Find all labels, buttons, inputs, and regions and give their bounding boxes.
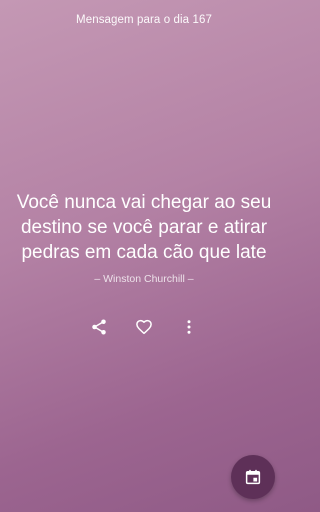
- favorite-button[interactable]: [133, 316, 155, 338]
- page-title: Mensagem para o dia 167: [76, 14, 212, 26]
- quote-author: – Winston Churchill –: [94, 273, 194, 285]
- quote-line-2: destino se você parar e atirar: [20, 217, 268, 238]
- quote-line-3: pedras em cada cão que late: [21, 242, 267, 263]
- calendar-icon: [245, 469, 261, 485]
- share-button[interactable]: [88, 316, 110, 338]
- more-vert-icon: [187, 320, 191, 334]
- calendar-fab-button[interactable]: [231, 455, 275, 499]
- heart-outline-icon: [136, 319, 152, 335]
- action-bar: [0, 316, 288, 338]
- more-options-button[interactable]: [178, 316, 200, 338]
- quote-line-1: Você nunca vai chegar ao seu: [16, 192, 272, 213]
- share-icon: [92, 319, 106, 335]
- quote-block: Você nunca vai chegar ao seu destino se …: [14, 190, 274, 285]
